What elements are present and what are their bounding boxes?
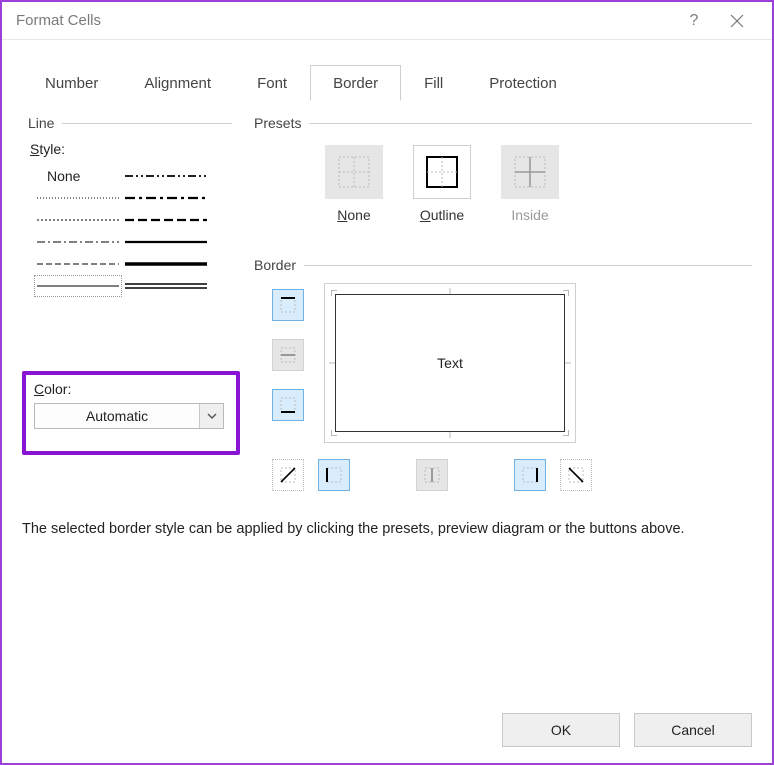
line-panel: Style: None [28, 135, 232, 341]
tab-alignment[interactable]: Alignment [121, 65, 234, 101]
instruction-text: The selected border style can be applied… [22, 521, 752, 537]
border-diag-up-icon [278, 465, 298, 485]
presets-group: Presets [254, 115, 752, 131]
color-dropdown[interactable]: Automatic [34, 403, 224, 429]
tab-fill[interactable]: Fill [401, 65, 466, 101]
border-section: Border [254, 251, 752, 513]
border-diagonal-down-button[interactable] [560, 459, 592, 491]
line-style-dashdot[interactable] [34, 231, 122, 253]
line-style-dashed[interactable] [34, 253, 122, 275]
line-group: Line [28, 115, 232, 131]
presets-group-label: Presets [254, 115, 301, 131]
preview-text: Text [437, 355, 463, 371]
help-button[interactable]: ? [674, 7, 714, 35]
line-style-thick[interactable] [122, 253, 210, 275]
preset-inside-icon [512, 154, 548, 190]
border-bottom-icon [278, 395, 298, 415]
line-style-dashdotdot[interactable] [122, 165, 210, 187]
tab-strip: Number Alignment Font Border Fill Protec… [22, 56, 752, 100]
preset-inside-label: Inside [500, 207, 560, 223]
window-title: Format Cells [16, 12, 674, 29]
line-style-mdash[interactable] [122, 209, 210, 231]
line-style-hair[interactable] [34, 187, 122, 209]
border-top-icon [278, 295, 298, 315]
color-value: Automatic [35, 408, 199, 424]
tab-border[interactable]: Border [310, 65, 401, 101]
border-right-icon [520, 465, 540, 485]
line-style-dotted[interactable] [34, 209, 122, 231]
color-dropdown-button[interactable] [199, 404, 223, 428]
line-style-thin[interactable] [34, 275, 122, 297]
preset-none[interactable]: None [324, 145, 384, 223]
preset-none-icon [336, 154, 372, 190]
color-label: Color: [34, 381, 228, 397]
line-style-double[interactable] [122, 275, 210, 297]
close-icon [730, 14, 744, 28]
tab-number[interactable]: Number [22, 65, 121, 101]
tab-protection[interactable]: Protection [466, 65, 580, 101]
cancel-button[interactable]: Cancel [634, 713, 752, 747]
color-section-highlight: Color: Automatic [22, 371, 240, 455]
dialog-buttons: OK Cancel [502, 713, 752, 747]
border-left-icon [324, 465, 344, 485]
line-style-none[interactable]: None [34, 165, 122, 187]
border-diag-down-icon [566, 465, 586, 485]
line-group-label: Line [28, 115, 54, 131]
presets-section: Presets None [254, 109, 752, 225]
border-inside-horizontal-button[interactable] [272, 339, 304, 371]
close-button[interactable] [714, 7, 760, 35]
tab-font[interactable]: Font [234, 65, 310, 101]
border-preview[interactable]: Text [324, 283, 576, 443]
chevron-down-icon [207, 412, 217, 420]
border-group: Border [254, 257, 752, 273]
border-right-button[interactable] [514, 459, 546, 491]
preset-outline-label: Outline [412, 207, 472, 223]
line-style-mdashdot[interactable] [122, 187, 210, 209]
border-left-button[interactable] [318, 459, 350, 491]
line-style-medium[interactable] [122, 231, 210, 253]
preset-none-label: None [324, 207, 384, 223]
border-inside-vertical-icon [422, 465, 442, 485]
border-inside-horizontal-icon [278, 345, 298, 365]
border-inside-vertical-button[interactable] [416, 459, 448, 491]
line-style-grid: None [30, 161, 218, 341]
ok-button[interactable]: OK [502, 713, 620, 747]
border-group-label: Border [254, 257, 296, 273]
content-area: Number Alignment Font Border Fill Protec… [2, 40, 772, 763]
preset-inside[interactable]: Inside [500, 145, 560, 223]
border-bottom-button[interactable] [272, 389, 304, 421]
preset-outline-icon [424, 154, 460, 190]
border-top-button[interactable] [272, 289, 304, 321]
border-tab-panel: Line Style: None [22, 101, 752, 701]
style-label: Style: [30, 141, 230, 157]
preset-outline[interactable]: Outline [412, 145, 472, 223]
format-cells-dialog: Format Cells ? Number Alignment Font Bor… [0, 0, 774, 765]
border-diagonal-up-button[interactable] [272, 459, 304, 491]
titlebar: Format Cells ? [2, 2, 772, 40]
